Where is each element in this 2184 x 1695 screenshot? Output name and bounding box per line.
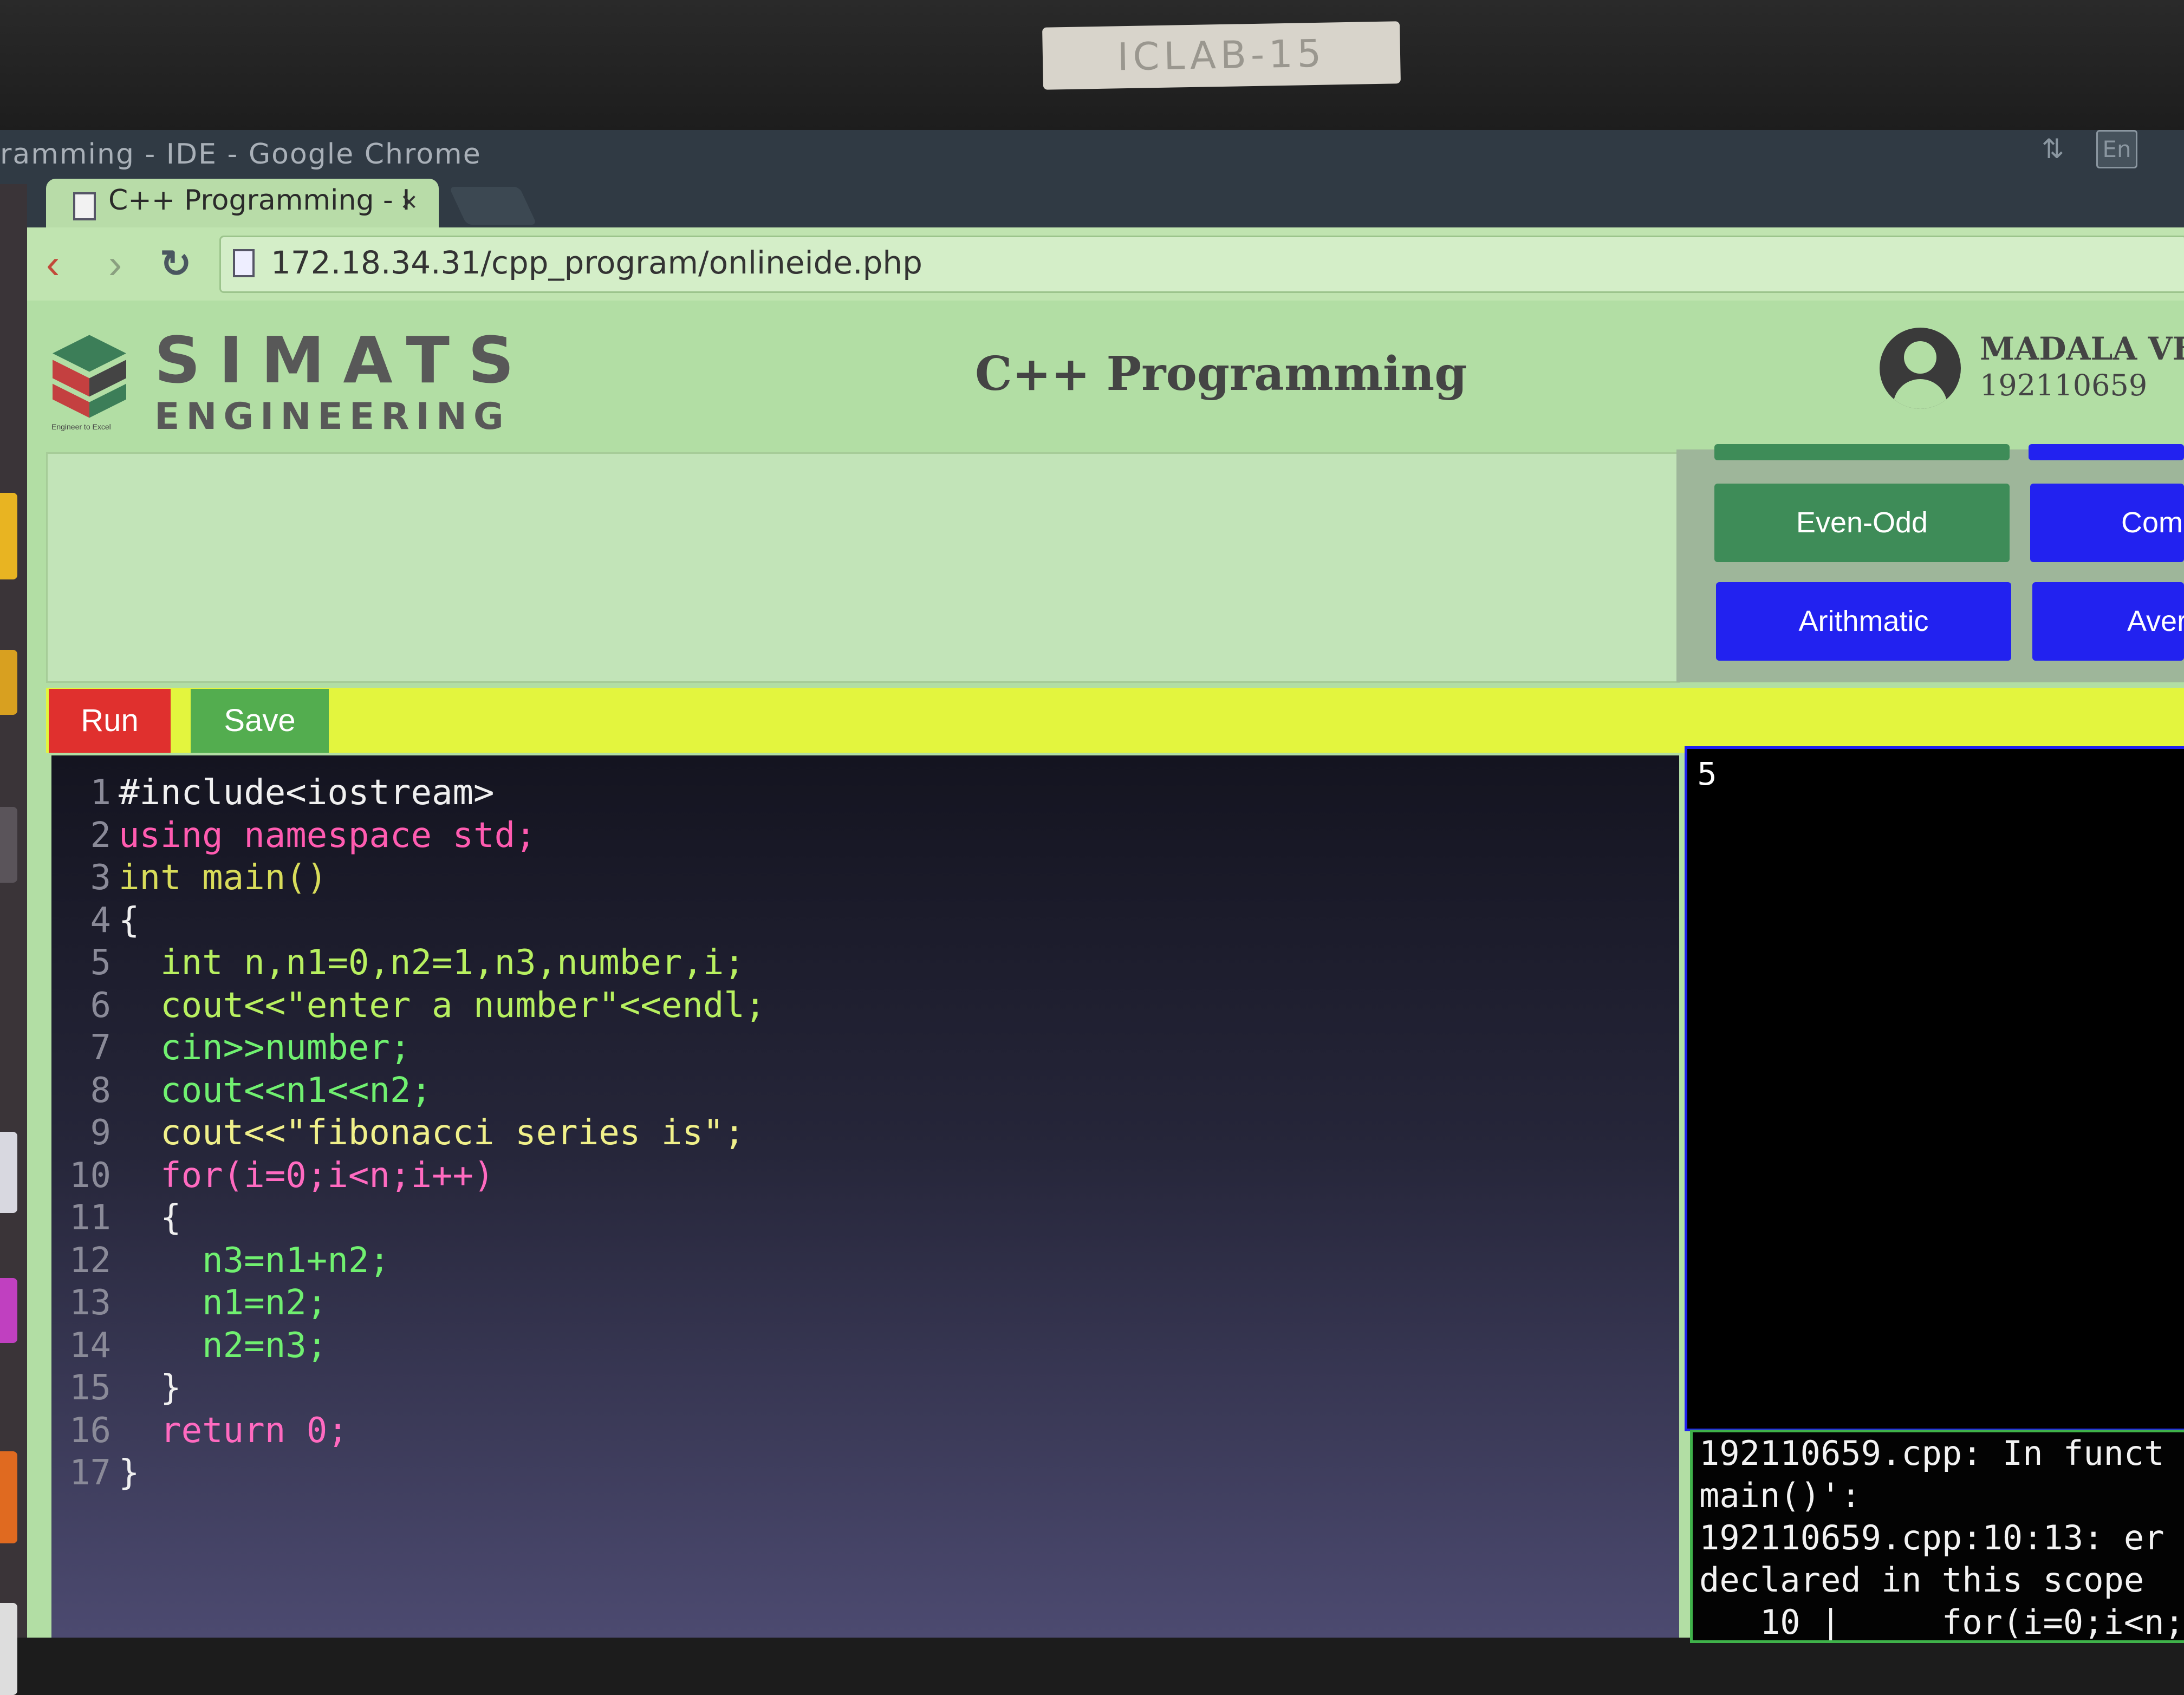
line-number: 9 <box>90 1113 111 1153</box>
line-number: 13 <box>69 1283 111 1323</box>
window-title: ramming - IDE - Google Chrome <box>0 138 482 171</box>
code-line[interactable]: 7 cin>>number; <box>51 1027 411 1069</box>
code-text: n3=n1+n2; <box>119 1240 390 1281</box>
lab-sticker: ICLAB-15 <box>1042 21 1401 90</box>
code-line[interactable]: 14 n2=n3; <box>51 1325 327 1367</box>
line-number: 11 <box>69 1198 111 1238</box>
line-number: 5 <box>90 943 111 983</box>
address-bar-url[interactable]: 172.18.34.31/cpp_program/onlineide.php <box>271 238 922 287</box>
code-text: { <box>119 900 140 941</box>
code-line[interactable]: 2 using namespace std; <box>51 814 536 857</box>
code-text: cin>>number; <box>119 1028 411 1068</box>
compiler-message-line: main()': <box>1699 1476 1861 1515</box>
code-line[interactable]: 13 n1=n2; <box>51 1282 327 1324</box>
page-title: C++ Programming <box>975 347 1467 401</box>
brand-tagline: Engineer to Excel <box>51 422 111 431</box>
code-text: for(i=0;i<n;i++) <box>119 1155 495 1196</box>
code-text: n1=n2; <box>119 1283 328 1323</box>
code-text: n2=n3; <box>119 1325 328 1366</box>
line-number: 16 <box>69 1410 111 1451</box>
compiler-message-line: 192110659.cpp: In funct <box>1699 1433 2164 1473</box>
line-number: 3 <box>90 858 111 898</box>
code-text: return 0; <box>119 1410 348 1451</box>
code-text: } <box>119 1453 140 1493</box>
code-line[interactable]: 11 { <box>51 1197 181 1239</box>
code-editor[interactable]: 1 #include<iostream> 2 using namespace std;… <box>51 755 1679 1638</box>
page-info-icon[interactable] <box>233 249 255 277</box>
line-number: 15 <box>69 1368 111 1408</box>
line-number: 4 <box>90 900 111 941</box>
code-line[interactable]: 1 #include<iostream> <box>51 772 495 814</box>
line-number: 10 <box>69 1155 111 1196</box>
code-line[interactable]: 4{ <box>51 899 140 942</box>
code-line[interactable]: 10 for(i=0;i<n;i++) <box>51 1155 495 1197</box>
compiler-message-line: declared in this scope <box>1699 1560 2144 1600</box>
code-line[interactable]: 15 } <box>51 1367 181 1409</box>
compiler-output-panel: 192110659.cpp: In funct main()': 192110659… <box>1690 1430 2184 1643</box>
network-icon[interactable]: ⇅ <box>2037 133 2069 165</box>
program-button-even-odd[interactable]: Even-Odd <box>1714 484 2010 562</box>
code-line[interactable]: 12 n3=n1+n2; <box>51 1240 390 1282</box>
code-text: } <box>119 1368 181 1408</box>
code-line[interactable]: 17} <box>51 1452 140 1494</box>
stdin-value: 5 <box>1697 755 1717 792</box>
code-text: using namespace std; <box>119 815 536 856</box>
run-button[interactable]: Run <box>49 689 171 753</box>
line-number: 17 <box>69 1453 111 1493</box>
brand-name: SIMATS <box>154 323 532 397</box>
program-button-arithmatic[interactable]: Arithmatic <box>1716 582 2011 661</box>
compiler-message-line: 192110659.cpp:10:13: er <box>1699 1518 2164 1557</box>
compiler-message-line: 10 | for(i=0;i<n; <box>1699 1602 2184 1642</box>
line-number: 7 <box>90 1028 111 1068</box>
tab-page-icon <box>73 192 96 220</box>
line-number: 2 <box>90 815 111 856</box>
code-text: int main() <box>119 858 328 898</box>
description-panel <box>46 452 1680 683</box>
user-name: MADALA VEN <box>1980 330 2184 367</box>
code-text: #include<iostream> <box>119 773 495 813</box>
stdin-panel[interactable]: 5 <box>1685 746 2184 1431</box>
forward-arrow-icon[interactable]: › <box>108 241 122 287</box>
brand-wordmark: SIMATS ENGINEERING <box>154 325 532 439</box>
back-arrow-icon[interactable]: ‹ <box>46 241 60 287</box>
code-line[interactable]: 3 int main() <box>51 857 327 899</box>
tab-title[interactable]: C++ Programming - I <box>108 184 411 217</box>
save-button[interactable]: Save <box>191 689 329 753</box>
keyboard-language-indicator[interactable]: En <box>2096 130 2137 168</box>
line-number: 12 <box>69 1240 111 1281</box>
code-text: cout<<"fibonacci series is"; <box>119 1113 745 1153</box>
line-number: 8 <box>90 1070 111 1111</box>
line-number: 1 <box>90 773 111 813</box>
user-avatar-icon[interactable] <box>1880 328 1961 409</box>
code-line[interactable]: 6 cout<<"enter a number"<<endl; <box>51 985 765 1027</box>
tab-close-icon[interactable]: × <box>401 186 417 218</box>
action-bar <box>46 688 2184 753</box>
code-text: cout<<"enter a number"<<endl; <box>119 985 766 1026</box>
brand-subtitle: ENGINEERING <box>154 395 510 438</box>
program-button-comp[interactable]: Comp <box>2030 484 2184 562</box>
program-button-partial[interactable] <box>2029 444 2184 460</box>
code-line[interactable]: 9 cout<<"fibonacci series is"; <box>51 1112 745 1154</box>
user-id: 192110659 <box>1980 368 2148 402</box>
code-text: cout<<n1<<n2; <box>119 1070 432 1111</box>
code-line[interactable]: 5 int n,n1=0,n2=1,n3,number,i; <box>51 942 745 984</box>
launcher-strip <box>0 184 27 1695</box>
simats-logo-icon <box>53 335 126 418</box>
line-number: 6 <box>90 985 111 1026</box>
program-button-aver[interactable]: Aver <box>2032 582 2184 661</box>
code-line[interactable]: 16 return 0; <box>51 1410 348 1452</box>
code-text: { <box>119 1198 181 1238</box>
program-button-partial[interactable] <box>1714 444 2010 460</box>
code-text: int n,n1=0,n2=1,n3,number,i; <box>119 943 745 983</box>
line-number: 14 <box>69 1325 111 1366</box>
code-line[interactable]: 8 cout<<n1<<n2; <box>51 1070 432 1112</box>
reload-icon[interactable]: ↻ <box>160 241 192 287</box>
